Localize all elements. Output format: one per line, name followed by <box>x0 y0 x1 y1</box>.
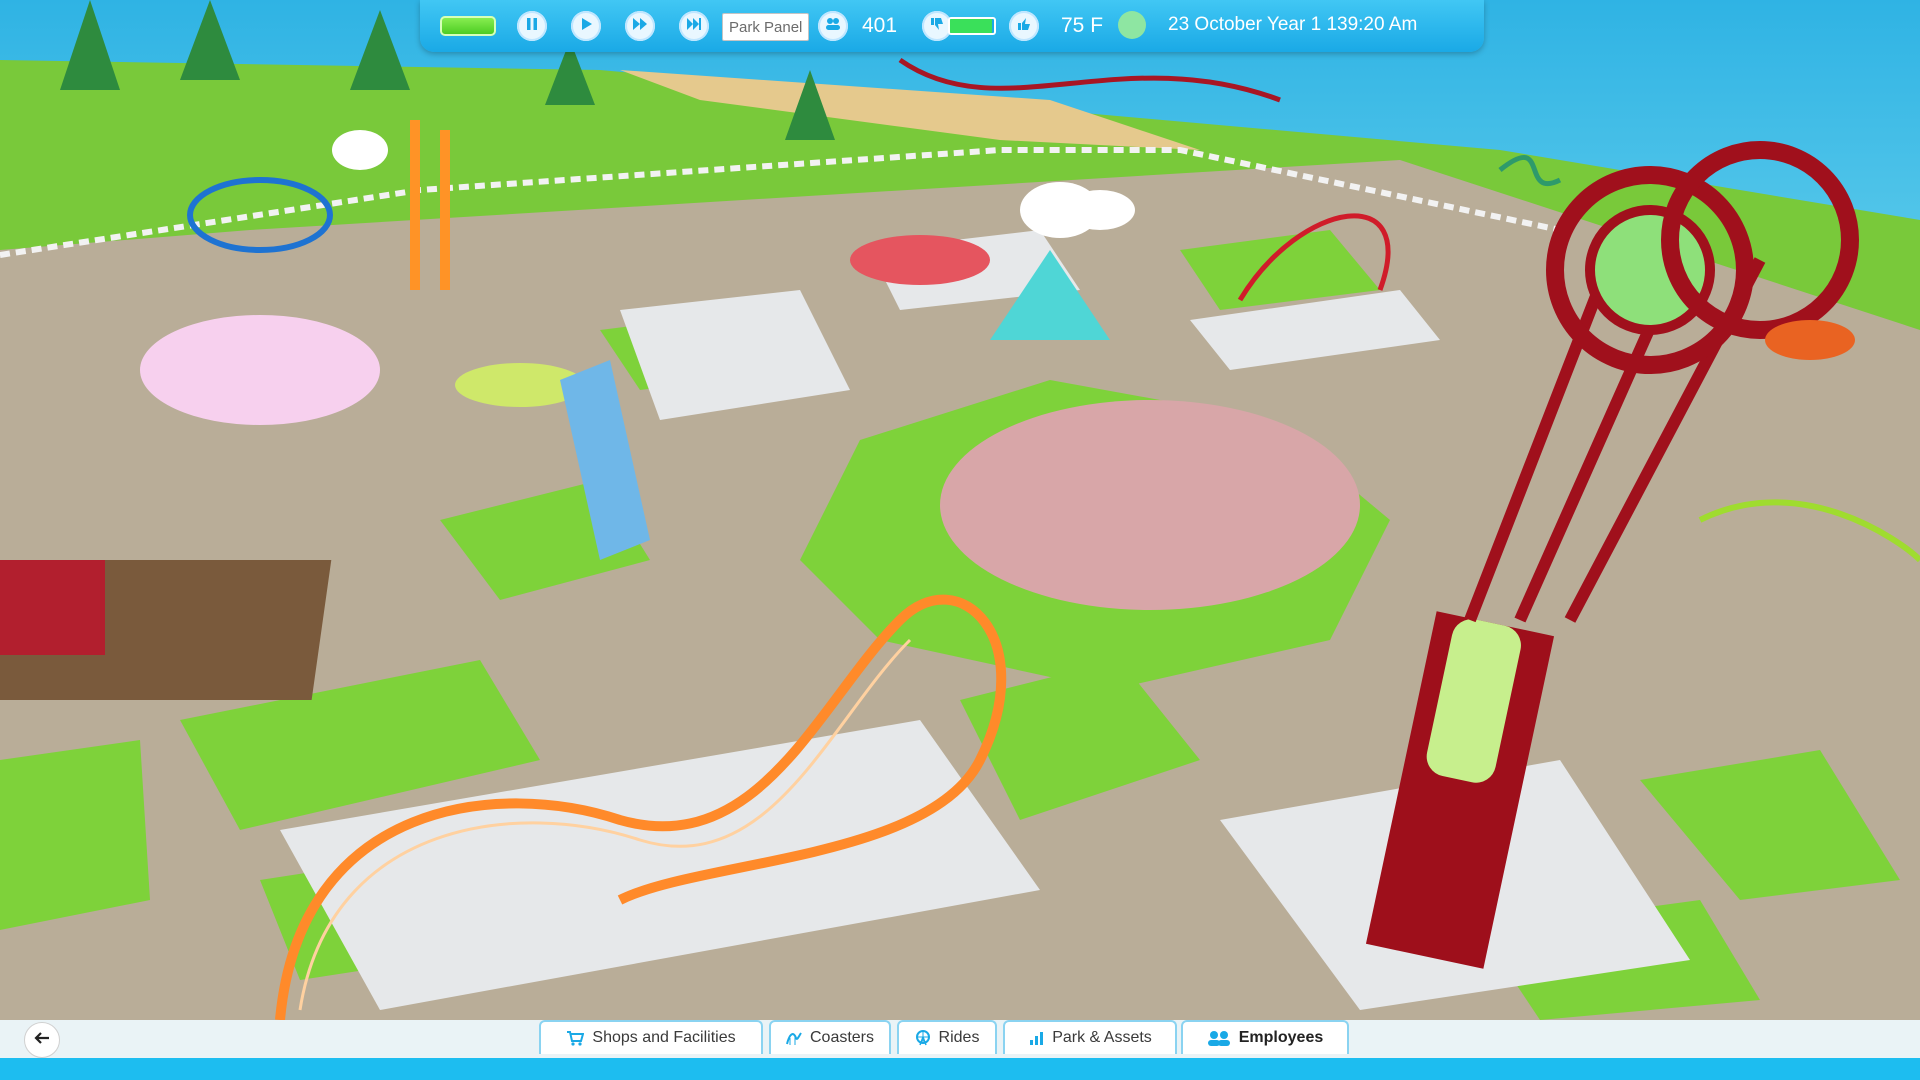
park-icon <box>1028 1030 1044 1046</box>
park-panel-button[interactable]: Park Panel <box>722 13 810 41</box>
tab-label: Shops and Facilities <box>592 1029 736 1046</box>
thumbs-up-icon <box>1017 17 1031 36</box>
guest-count: 401 <box>862 14 898 37</box>
fast-forward-icon <box>632 17 648 36</box>
park-world-view <box>0 0 1920 1080</box>
guests-icon <box>824 17 842 36</box>
ferris-wheel-icon <box>915 1030 931 1046</box>
temperature-button[interactable] <box>1009 11 1039 41</box>
fast-forward-button[interactable] <box>625 11 655 41</box>
plaza <box>940 400 1360 610</box>
pause-icon <box>525 17 539 36</box>
employees-icon <box>1207 1030 1231 1046</box>
tab-employees[interactable]: Employees <box>1181 1020 1349 1054</box>
play-icon <box>579 17 593 36</box>
weather-dot-icon[interactable] <box>1118 11 1146 39</box>
play-button[interactable] <box>571 11 601 41</box>
thumbs-down-icon <box>930 17 944 36</box>
tab-shops-and-facilities[interactable]: Shops and Facilities <box>539 1020 763 1054</box>
guests-button[interactable] <box>818 11 848 41</box>
tab-coasters[interactable]: Coasters <box>769 1020 891 1054</box>
back-button[interactable] <box>24 1022 60 1058</box>
coaster-icon <box>786 1030 802 1046</box>
energy-bar <box>948 17 996 35</box>
temperature-readout: 75 F <box>1061 14 1104 37</box>
tab-label: Park & Assets <box>1052 1029 1152 1046</box>
tab-label: Rides <box>938 1029 980 1046</box>
arrow-left-icon <box>34 1031 50 1050</box>
tab-label: Coasters <box>809 1029 875 1046</box>
skip-forward-button[interactable] <box>679 11 709 41</box>
tab-park-and-assets[interactable]: Park & Assets <box>1003 1020 1177 1054</box>
top-hud-bar: Park Panel 401 75 F 23 October Year 1 13… <box>420 0 1484 52</box>
barn <box>0 560 105 655</box>
tab-label: Employees <box>1238 1029 1324 1046</box>
skip-forward-icon <box>686 17 702 36</box>
game-speed-indicator[interactable] <box>440 16 496 36</box>
bottom-strip <box>0 1058 1920 1080</box>
battery-icon <box>950 19 992 33</box>
date-time-readout: 23 October Year 1 139:20 Am <box>1168 14 1418 35</box>
cart-icon <box>566 1030 585 1046</box>
pause-button[interactable] <box>517 11 547 41</box>
tab-rides[interactable]: Rides <box>897 1020 997 1054</box>
